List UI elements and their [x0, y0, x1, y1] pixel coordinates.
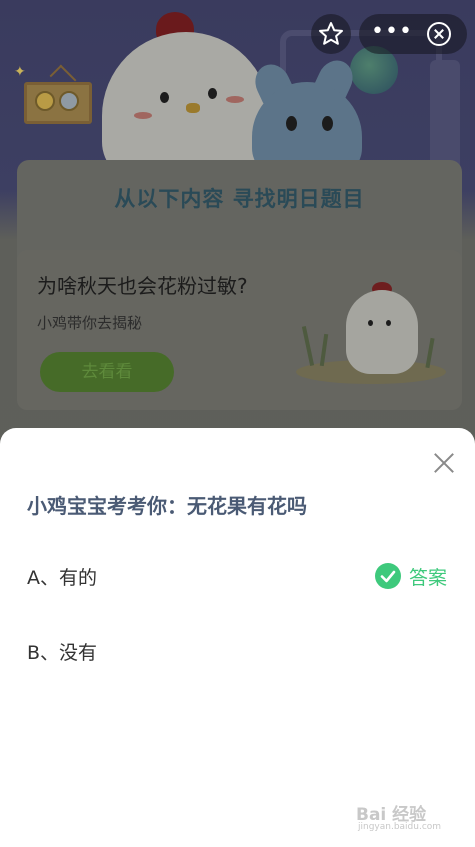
creature-eye — [286, 116, 297, 131]
small-chicken-eye — [386, 320, 391, 326]
answer-label: 答案 — [409, 567, 448, 589]
more-dots-icon[interactable]: ••• — [371, 14, 412, 54]
watermark-url: jingyan.baidu.com — [358, 822, 442, 832]
chicken-blush — [134, 112, 152, 119]
option-a[interactable]: A、有的 — [27, 563, 97, 590]
chicken-eye — [160, 92, 169, 103]
sparkle-icon: ✦ — [14, 64, 26, 80]
go-see-button[interactable]: 去看看 — [40, 352, 174, 392]
check-mark — [380, 570, 396, 583]
medal-frame — [24, 82, 92, 124]
creature-eye — [322, 116, 333, 131]
banner-title: 从以下内容 寻找明日题目 — [114, 187, 365, 211]
small-chicken-eye — [368, 320, 373, 326]
check-icon — [375, 563, 401, 589]
option-b[interactable]: B、没有 — [27, 638, 97, 665]
medal-icon — [35, 91, 55, 111]
chicken-beak — [186, 103, 200, 113]
small-chicken-mascot — [346, 290, 418, 374]
medal-icon — [59, 91, 79, 111]
mini-program-capsule: ••• — [359, 14, 467, 54]
star-outline-icon — [319, 22, 343, 45]
close-circle-icon[interactable] — [427, 22, 451, 46]
close-icon[interactable] — [431, 450, 457, 476]
article-card-title: 为啥秋天也会花粉过敏? — [37, 274, 248, 298]
article-card-subtitle: 小鸡带你去揭秘 — [37, 314, 143, 332]
favorite-button[interactable] — [311, 14, 351, 54]
watermark: Bai 经验 jingyan.baidu.com — [356, 800, 456, 836]
quiz-question: 小鸡宝宝考考你：无花果有花吗 — [27, 494, 307, 518]
chicken-blush — [226, 96, 244, 103]
chicken-eye — [208, 88, 217, 99]
